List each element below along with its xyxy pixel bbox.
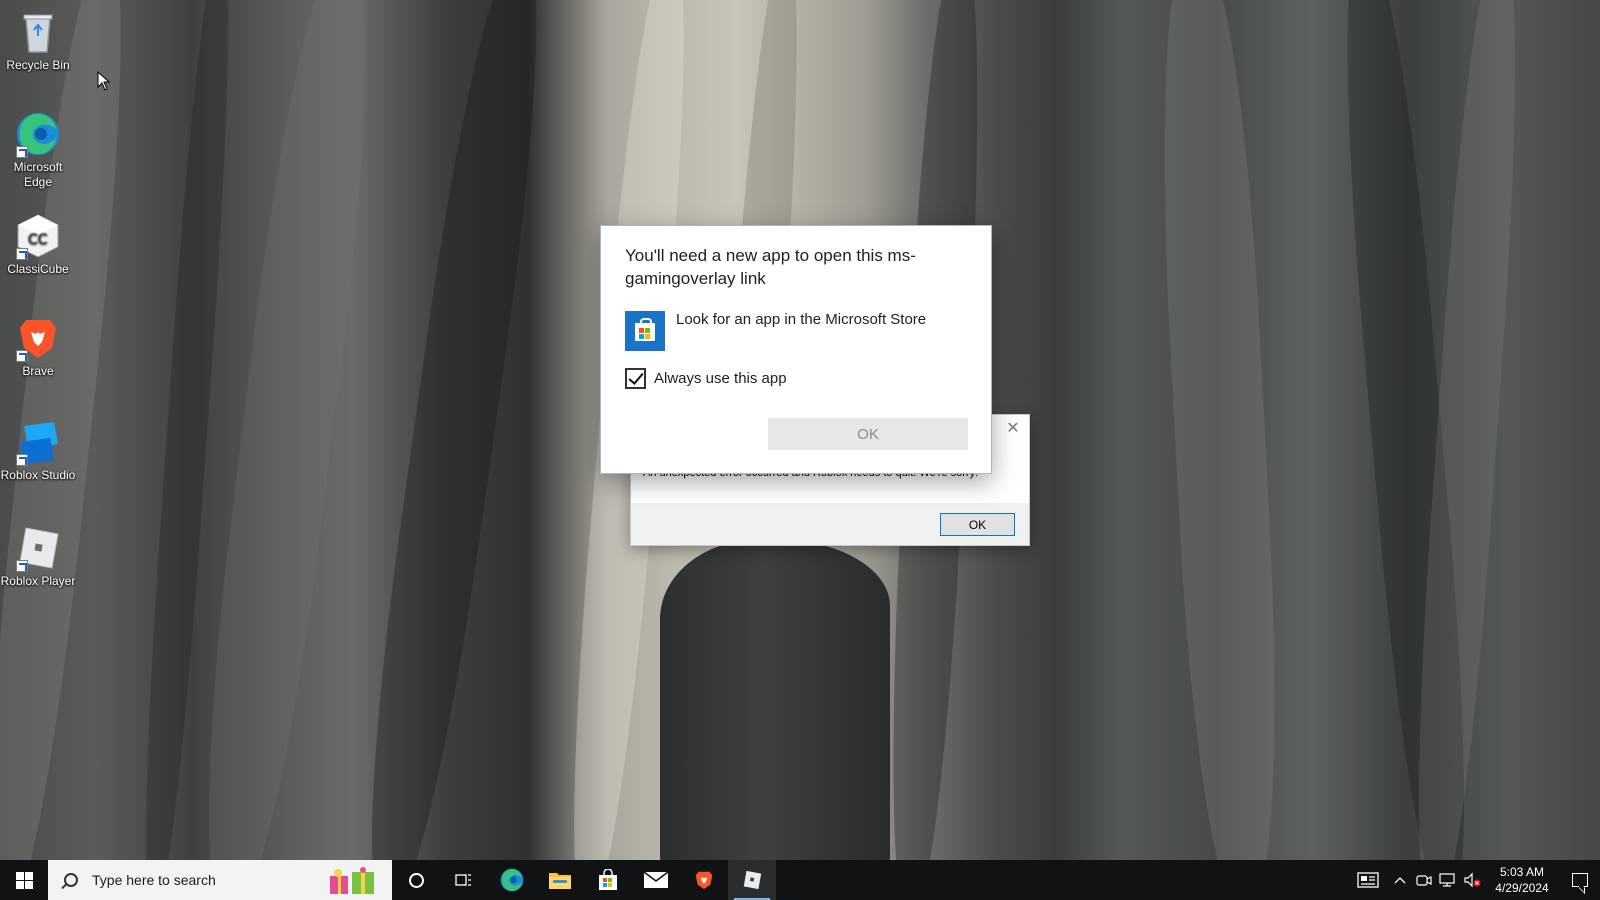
desktop-icon-classicube[interactable]: CC ClassiCube: [0, 212, 76, 277]
start-button[interactable]: [0, 860, 48, 900]
desktop-icon-label: Microsoft Edge: [13, 160, 63, 189]
desktop-icon-roblox-player[interactable]: Roblox Player: [0, 524, 76, 589]
taskbar-file-explorer[interactable]: [536, 860, 584, 900]
network-button[interactable]: [1436, 860, 1460, 900]
windows-logo-icon: [15, 871, 33, 889]
open-with-dialog: You'll need a new app to open this ms-ga…: [600, 225, 992, 474]
news-icon: [1357, 872, 1379, 888]
always-use-checkbox[interactable]: [625, 368, 646, 389]
desktop-icon-label: Recycle Bin: [6, 58, 70, 72]
store-option-label: Look for an app in the Microsoft Store: [676, 311, 927, 328]
desktop-icon-roblox-studio[interactable]: Roblox Studio: [0, 418, 76, 483]
store-option[interactable]: Look for an app in the Microsoft Store: [625, 311, 926, 351]
recycle-bin-icon: [14, 8, 62, 56]
search-icon: [64, 873, 78, 887]
meet-now-button[interactable]: [1412, 860, 1436, 900]
clock-date: 4/29/2024: [1495, 881, 1549, 895]
desktop-icon-label: Roblox Studio: [0, 468, 76, 482]
news-widget-button[interactable]: [1348, 860, 1388, 900]
taskbar-brave[interactable]: [680, 860, 728, 900]
desktop-icon-microsoft-edge[interactable]: Microsoft Edge: [0, 110, 76, 190]
file-explorer-icon: [549, 873, 571, 889]
dialog-title: You'll need a new app to open this ms-ga…: [625, 246, 916, 288]
always-use-label: Always use this app: [654, 370, 787, 387]
taskbar-mail[interactable]: [632, 860, 680, 900]
mail-icon: [643, 871, 669, 888]
edge-icon: [14, 110, 62, 158]
chevron-up-icon: [1394, 877, 1406, 884]
error-ok-button[interactable]: OK: [940, 513, 1015, 536]
taskbar-edge[interactable]: [488, 860, 536, 900]
volume-muted-icon: [1464, 872, 1481, 888]
mouse-cursor-icon: [97, 71, 111, 91]
microsoft-store-icon: [625, 311, 665, 351]
action-center-button[interactable]: [1560, 860, 1600, 900]
taskbar-microsoft-store[interactable]: [584, 860, 632, 900]
always-use-row[interactable]: Always use this app: [625, 368, 787, 389]
gift-boxes-icon: [330, 867, 374, 894]
system-tray: 5:03 AM 4/29/2024: [1348, 860, 1600, 900]
roblox-player-icon: [743, 870, 762, 890]
camera-icon: [1416, 875, 1432, 886]
search-placeholder: Type here to search: [92, 872, 216, 888]
roblox-player-icon: [14, 524, 62, 572]
cortana-icon: [408, 872, 424, 888]
desktop-icon-label: Brave: [22, 364, 54, 378]
edge-icon: [500, 868, 524, 892]
task-view-icon: [455, 874, 471, 886]
task-view-button[interactable]: [440, 860, 488, 900]
microsoft-store-icon: [599, 869, 617, 890]
dialog-footer: OK: [631, 503, 1029, 545]
show-hidden-icons-button[interactable]: [1388, 860, 1412, 900]
cortana-button[interactable]: [392, 860, 440, 900]
brave-icon: [695, 871, 713, 890]
network-icon: [1439, 873, 1455, 887]
desktop-icon-label: ClassiCube: [7, 262, 69, 276]
taskbar-clock[interactable]: 5:03 AM 4/29/2024: [1484, 864, 1560, 896]
roblox-studio-icon: [14, 418, 62, 466]
brave-icon: [14, 314, 62, 362]
desktop-icon-brave[interactable]: Brave: [0, 314, 76, 379]
clock-time: 5:03 AM: [1499, 865, 1545, 879]
svg-text:CC: CC: [28, 232, 48, 248]
taskbar-search[interactable]: Type here to search: [48, 860, 392, 900]
taskbar-roblox-player[interactable]: [728, 860, 776, 900]
desktop-icon-recycle-bin[interactable]: Recycle Bin: [0, 8, 76, 73]
desktop-icon-label: Roblox Player: [0, 574, 76, 588]
notification-icon: [1572, 873, 1588, 887]
ok-button[interactable]: OK: [768, 418, 968, 450]
classicube-icon: CC: [14, 212, 62, 260]
close-icon[interactable]: ✕: [1005, 421, 1021, 437]
taskbar: Type here to search 5:03 AM 4/29/2024: [0, 860, 1600, 900]
volume-button[interactable]: [1460, 860, 1484, 900]
